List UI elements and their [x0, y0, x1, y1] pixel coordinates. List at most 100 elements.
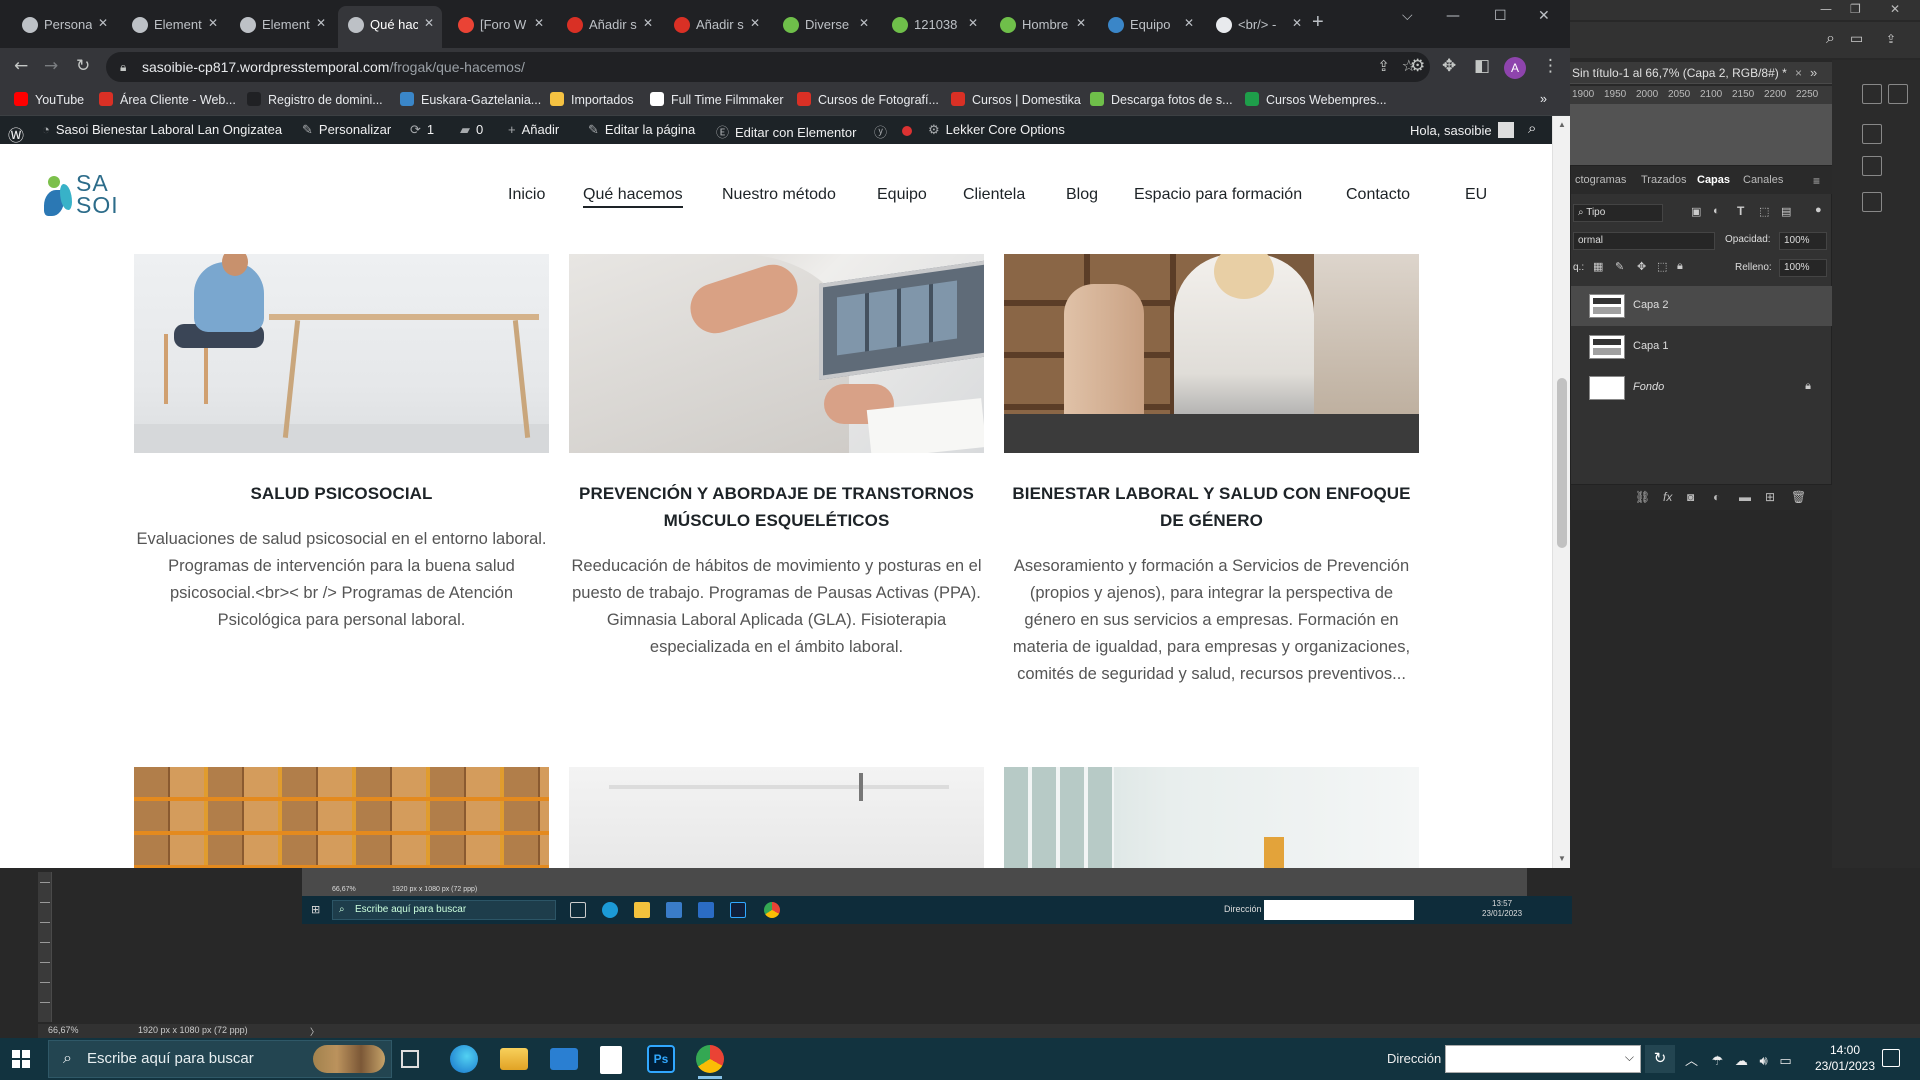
- bookmark-item[interactable]: Registro de domini...: [247, 92, 383, 107]
- new-group-icon[interactable]: ▬: [1739, 490, 1751, 504]
- wp-site-name[interactable]: ◔ Sasoi Bienestar Laboral Lan Ongizatea: [42, 122, 282, 137]
- bookmark-item[interactable]: Área Cliente - Web...: [99, 92, 236, 107]
- tab-search-icon[interactable]: ⌵: [1402, 8, 1413, 24]
- chevron-down-icon[interactable]: ⌵: [1625, 1050, 1634, 1065]
- nav-que-hacemos[interactable]: Qué hacemos: [583, 186, 683, 208]
- ps-status-arrow-icon[interactable]: 〉: [310, 1025, 319, 1038]
- nav-nuestro-metodo[interactable]: Nuestro método: [722, 186, 836, 204]
- ps-doc-close-icon[interactable]: ×: [1795, 62, 1802, 83]
- tab-close-icon[interactable]: ✕: [1184, 16, 1194, 30]
- mail-icon[interactable]: [550, 1048, 578, 1070]
- nav-blog[interactable]: Blog: [1066, 186, 1098, 204]
- tab-pictogramas[interactable]: ctogramas: [1575, 174, 1626, 186]
- tab-close-icon[interactable]: ✕: [859, 16, 869, 30]
- history-panel-icon[interactable]: [1862, 156, 1882, 176]
- lock-position-icon[interactable]: ✥: [1637, 260, 1646, 273]
- forward-arrow-icon[interactable]: →: [44, 56, 58, 76]
- layer-fondo[interactable]: Fondo 🔒︎: [1571, 368, 1833, 408]
- lock-transparent-icon[interactable]: ▦: [1593, 260, 1603, 273]
- bookmark-item[interactable]: YouTube: [14, 92, 84, 107]
- page-scrollbar[interactable]: ▲ ▼: [1552, 116, 1570, 868]
- bookmark-item[interactable]: Euskara-Gaztelania...: [400, 92, 541, 107]
- photoshop-icon[interactable]: Ps: [647, 1045, 675, 1073]
- tab-canales[interactable]: Canales: [1743, 174, 1783, 186]
- profile-avatar[interactable]: A: [1504, 57, 1526, 79]
- bookmark-item[interactable]: Full Time Filmmaker: [650, 92, 784, 107]
- nav-equipo[interactable]: Equipo: [877, 186, 927, 204]
- back-arrow-icon[interactable]: ←: [14, 56, 28, 76]
- wp-account[interactable]: Hola, sasoibie: [1410, 122, 1514, 138]
- lock-artboard-icon[interactable]: ⬚: [1657, 260, 1667, 273]
- yoast-icon[interactable]: ⓨ: [874, 122, 893, 141]
- image-filter-icon[interactable]: ▣: [1691, 205, 1701, 218]
- fill-field[interactable]: 100%: [1779, 259, 1827, 277]
- tray-chevron-up-icon[interactable]: ︿: [1685, 1053, 1698, 1068]
- task-view-icon[interactable]: [401, 1050, 419, 1068]
- wp-edit-elementor[interactable]: Ⓔ Editar con Elementor: [716, 122, 856, 141]
- file-explorer-icon[interactable]: [500, 1048, 528, 1070]
- tab-close-icon[interactable]: ✕: [968, 16, 978, 30]
- wp-updates[interactable]: ⟳ 1: [410, 122, 434, 138]
- wp-search-icon[interactable]: ⌕: [1528, 120, 1536, 137]
- browser-tab[interactable]: Equipo ✕: [1098, 8, 1202, 42]
- nav-espacio-formacion[interactable]: Espacio para formación: [1134, 186, 1302, 204]
- libraries-panel-icon[interactable]: [1888, 84, 1908, 104]
- adjust-filter-icon[interactable]: ◐: [1713, 205, 1720, 217]
- tab-close-icon[interactable]: ✕: [316, 16, 326, 30]
- browser-tab[interactable]: Qué hac ✕: [338, 6, 442, 48]
- ps-layer-filter[interactable]: ⌕ Tipo: [1573, 204, 1663, 222]
- browser-tab[interactable]: Element ✕: [230, 8, 334, 42]
- tab-capas[interactable]: Capas: [1697, 174, 1730, 186]
- browser-tab[interactable]: Añadir s ✕: [664, 8, 768, 42]
- trash-icon[interactable]: 🗑︎: [1791, 490, 1806, 504]
- onedrive-icon[interactable]: ☁: [1735, 1053, 1748, 1068]
- share-icon[interactable]: ⇪: [1377, 52, 1390, 82]
- tab-close-icon[interactable]: ✕: [534, 16, 544, 30]
- network-icon[interactable]: ▭: [1779, 1053, 1791, 1068]
- wp-add-new[interactable]: + Añadir: [508, 122, 559, 137]
- taskbar-search-box[interactable]: ⌕ Escribe aquí para buscar: [48, 1040, 392, 1078]
- ps-restore-icon[interactable]: ❐: [1850, 2, 1861, 16]
- browser-tab[interactable]: <br/> - ✕: [1206, 8, 1310, 42]
- adjustment-layer-icon[interactable]: ◐: [1713, 490, 1720, 504]
- tab-close-icon[interactable]: ✕: [1076, 16, 1086, 30]
- link-layers-icon[interactable]: ⛓: [1635, 490, 1650, 504]
- bookmark-item[interactable]: Cursos de Fotografí...: [797, 92, 939, 107]
- minimize-icon[interactable]: —: [1446, 8, 1460, 24]
- text-filter-icon[interactable]: T: [1737, 204, 1744, 218]
- ps-search-icon[interactable]: ⌕: [1826, 30, 1835, 48]
- nav-clientela[interactable]: Clientela: [963, 186, 1025, 204]
- nav-language-eu[interactable]: EU: [1465, 186, 1487, 204]
- taskbar-clock[interactable]: 14:00 23/01/2023: [1810, 1042, 1880, 1074]
- tab-close-icon[interactable]: ✕: [643, 16, 653, 30]
- browser-tab[interactable]: Añadir s ✕: [557, 8, 661, 42]
- opacity-field[interactable]: 100%: [1779, 232, 1827, 250]
- menu-kebab-icon[interactable]: ⋮: [1542, 56, 1559, 76]
- layer-capa-1[interactable]: Capa 1: [1571, 327, 1833, 367]
- 3d-panel-icon[interactable]: [1862, 192, 1882, 212]
- ps-minimize-icon[interactable]: —: [1820, 2, 1832, 16]
- new-tab-icon[interactable]: +: [1312, 11, 1324, 34]
- lock-all-icon[interactable]: 🔒︎: [1677, 260, 1683, 273]
- filter-toggle-icon[interactable]: ●: [1815, 204, 1822, 216]
- wp-lekker-options[interactable]: ⚙ Lekker Core Options: [928, 122, 1065, 138]
- maximize-icon[interactable]: ☐: [1494, 8, 1507, 24]
- extension-gear-icon[interactable]: ⚙: [1410, 56, 1425, 76]
- ps-close-icon[interactable]: ✕: [1890, 2, 1900, 16]
- bookmark-item[interactable]: Descarga fotos de s...: [1090, 92, 1233, 107]
- tab-close-icon[interactable]: ✕: [424, 16, 434, 30]
- edge-icon[interactable]: [450, 1045, 478, 1073]
- properties-panel-icon[interactable]: [1862, 84, 1882, 104]
- browser-tab[interactable]: Diverse ✕: [773, 8, 877, 42]
- scrollbar-thumb[interactable]: [1557, 378, 1567, 548]
- tab-close-icon[interactable]: ✕: [1292, 16, 1302, 30]
- bookmark-item[interactable]: Cursos | Domestika: [951, 92, 1081, 107]
- chrome-icon[interactable]: [696, 1045, 724, 1079]
- bookmark-item[interactable]: Importados: [550, 92, 634, 107]
- browser-tab[interactable]: 121038 ✕: [882, 8, 986, 42]
- ps-workspace-icon[interactable]: ▭: [1850, 30, 1863, 47]
- bookmarks-overflow-icon[interactable]: »: [1540, 92, 1547, 106]
- browser-tab[interactable]: Persona ✕: [12, 8, 116, 42]
- ps-blend-mode[interactable]: ormal: [1573, 232, 1715, 250]
- wp-customize[interactable]: ✎ Personalizar: [302, 122, 391, 138]
